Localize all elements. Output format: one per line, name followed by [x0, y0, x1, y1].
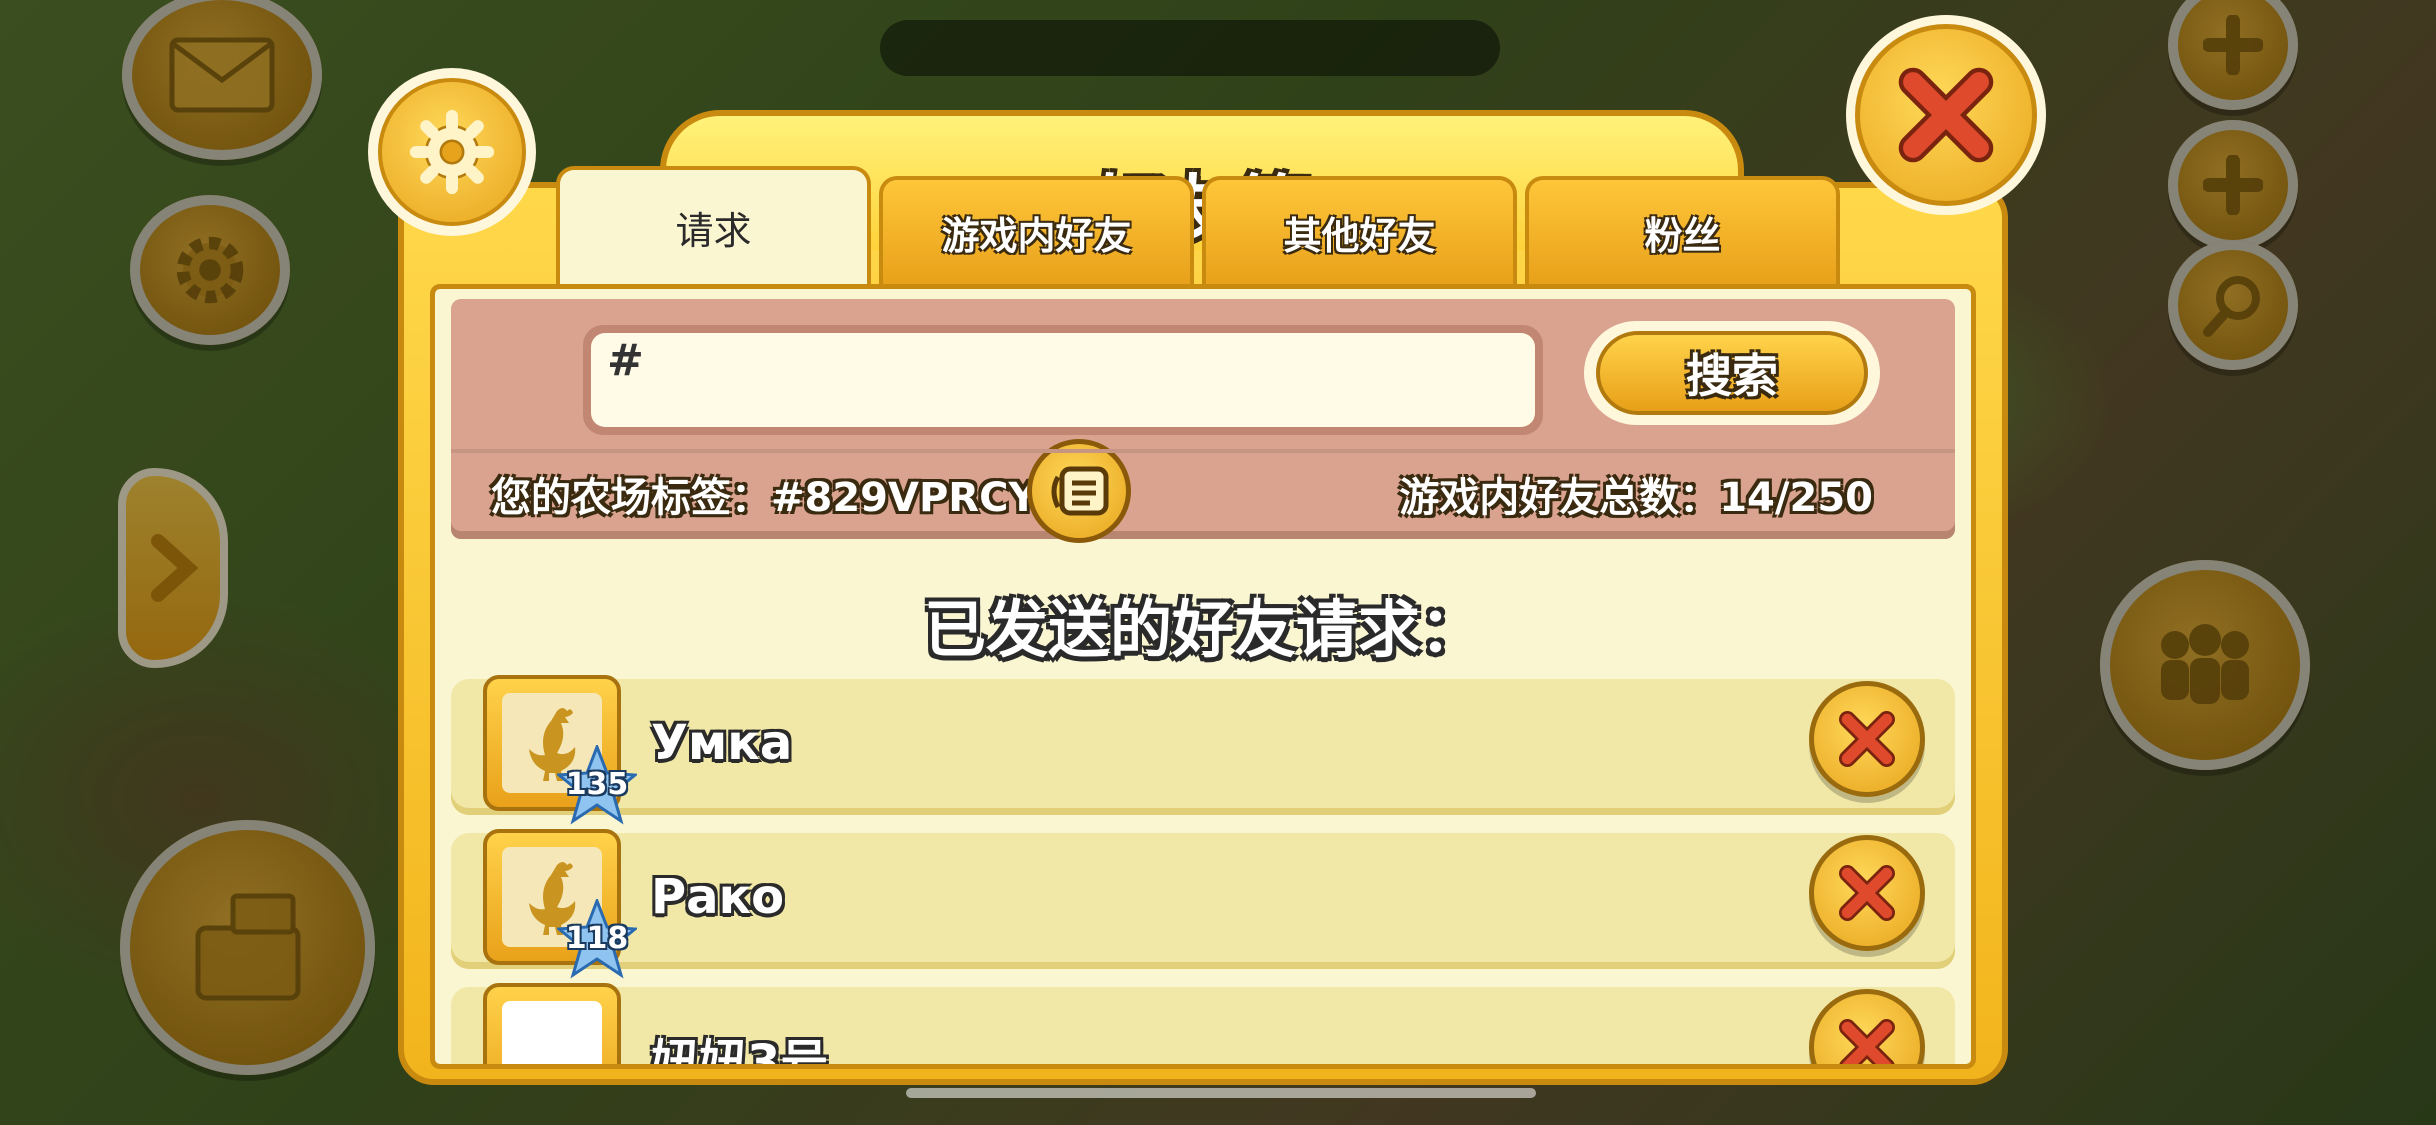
- friend-name: 妞妞3号: [651, 1035, 829, 1069]
- friend-count-value: 14/250: [1719, 475, 1873, 521]
- copy-icon: [1051, 466, 1109, 516]
- tab-followers[interactable]: 粉丝: [1525, 176, 1840, 284]
- level-value: 135: [565, 767, 629, 802]
- farm-tag: 您的农场标签：#829VPRCY0: [491, 465, 1065, 523]
- cancel-request-button[interactable]: [1809, 835, 1925, 951]
- farm-tag-label: 您的农场标签：: [491, 475, 771, 521]
- level-badge: 135: [555, 742, 639, 825]
- level-badge: 118: [555, 896, 639, 979]
- search-board: 搜索 您的农场标签：#829VPRCY0 游戏内好友总数：14/250: [451, 299, 1955, 543]
- friend-name: Рако: [651, 869, 785, 925]
- friend-book-dialog: 好友簿 请求 游: [368, 15, 2046, 1085]
- level-value: 118: [565, 921, 629, 956]
- search-button-label: 搜索: [1596, 331, 1868, 415]
- list-item: 135 Умка: [451, 675, 1955, 825]
- cancel-request-button[interactable]: [1809, 989, 1925, 1064]
- friend-count-label: 游戏内好友总数：: [1399, 475, 1720, 521]
- remove-icon: [1839, 1019, 1895, 1064]
- avatar[interactable]: [483, 983, 621, 1064]
- request-list: 135 Умка 118 Рако 妞妞3号: [451, 675, 1955, 1069]
- tab-requests[interactable]: 请求: [556, 166, 871, 284]
- cancel-request-button[interactable]: [1809, 681, 1925, 797]
- gear-icon: [409, 109, 495, 195]
- search-input[interactable]: [591, 333, 1535, 427]
- remove-icon: [1839, 865, 1895, 921]
- search-field-frame: [583, 325, 1543, 435]
- tab-content: 搜索 您的农场标签：#829VPRCY0 游戏内好友总数：14/250 已发送的…: [430, 284, 1976, 1069]
- copy-tag-button[interactable]: [1027, 439, 1131, 543]
- close-icon: [1898, 67, 1994, 163]
- list-item: 118 Рако: [451, 829, 1955, 979]
- search-button[interactable]: 搜索: [1584, 321, 1880, 425]
- list-item: 妞妞3号: [451, 983, 1955, 1069]
- section-title: 已发送的好友请求：: [923, 593, 1482, 666]
- blank-avatar: [502, 1001, 602, 1064]
- remove-icon: [1839, 711, 1895, 767]
- farm-tag-value: #829VPRCY0: [771, 475, 1066, 521]
- friend-name: Умка: [651, 715, 793, 771]
- home-indicator: [906, 1088, 1536, 1098]
- tab-in-game-friends[interactable]: 游戏内好友: [879, 176, 1194, 284]
- tab-bar: 请求 游戏内好友 其他好友 粉丝: [556, 166, 1840, 286]
- tab-other-friends[interactable]: 其他好友: [1202, 176, 1517, 284]
- close-button[interactable]: [1846, 15, 2046, 215]
- settings-button[interactable]: [368, 68, 536, 236]
- friend-count: 游戏内好友总数：14/250: [1399, 465, 1873, 523]
